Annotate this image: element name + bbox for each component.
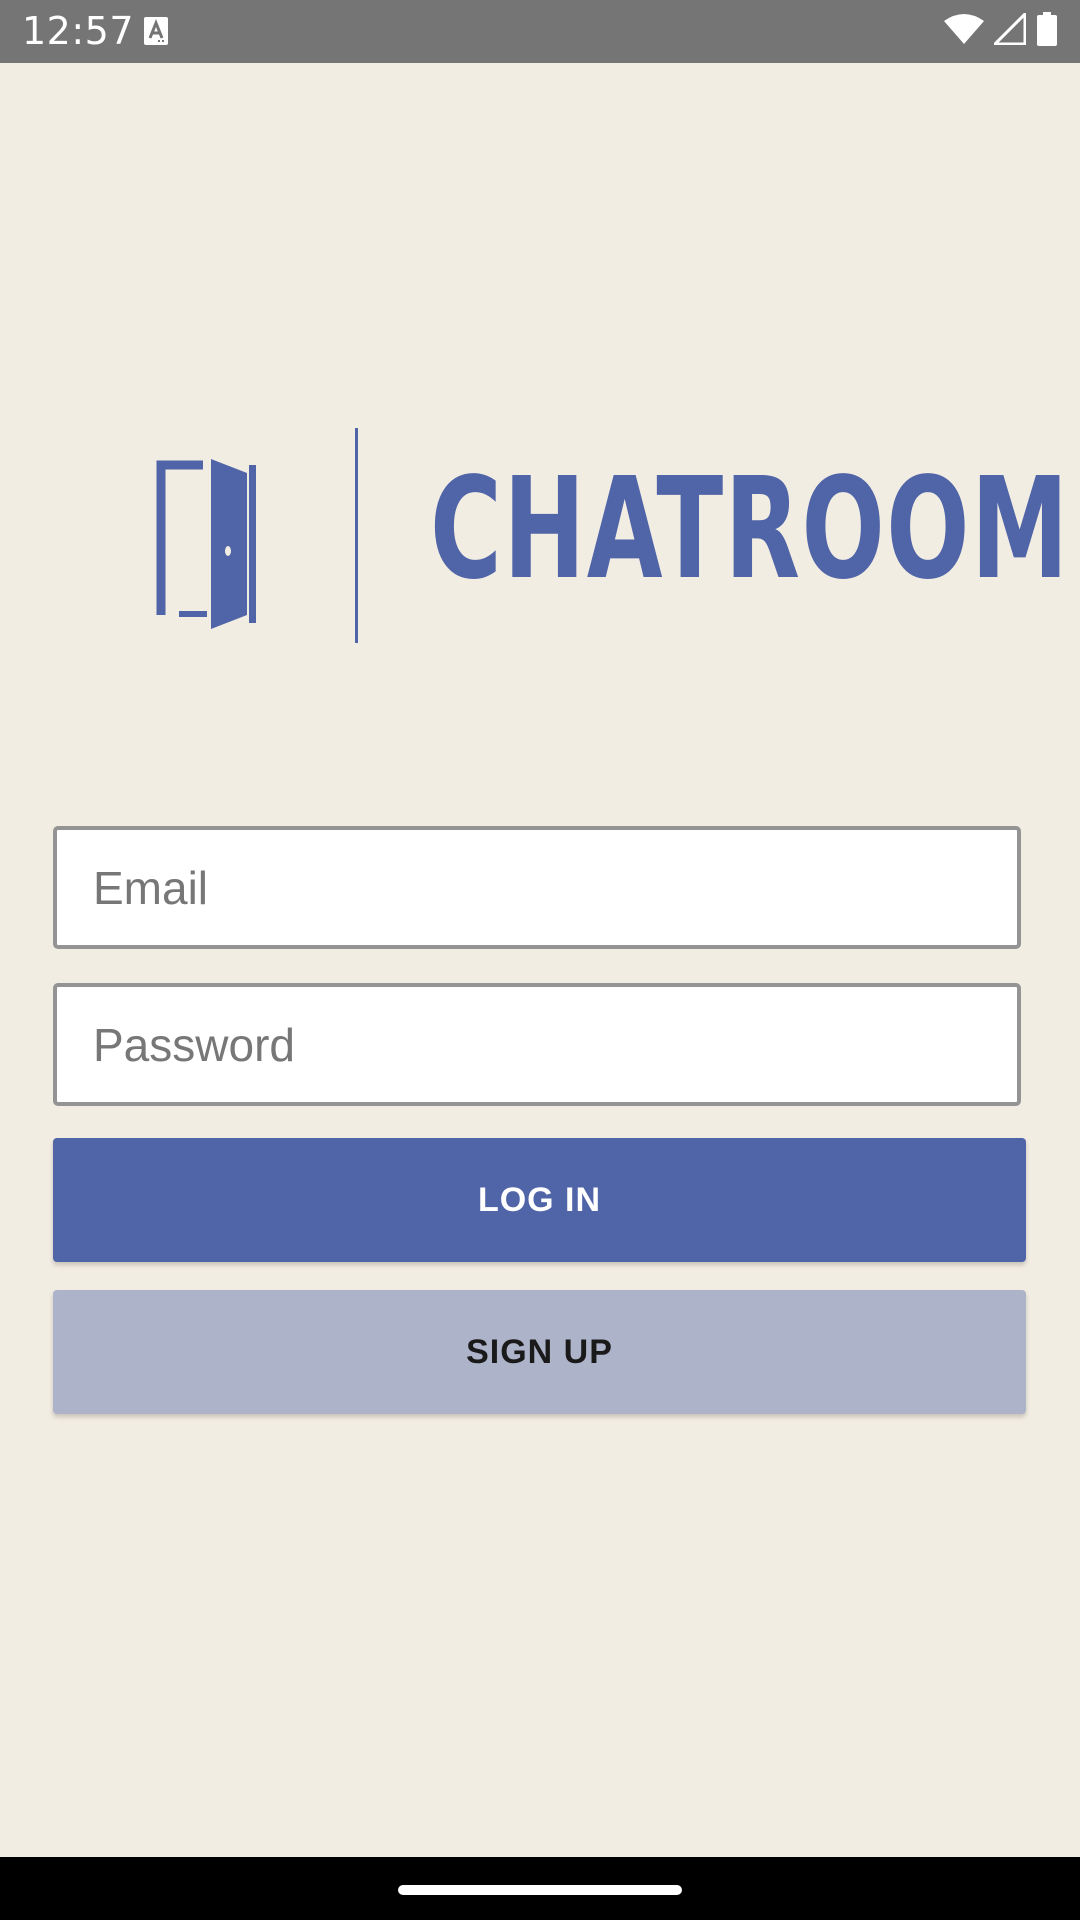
signal-icon bbox=[993, 12, 1027, 50]
password-field[interactable] bbox=[57, 987, 1017, 1102]
battery-icon bbox=[1036, 11, 1058, 51]
login-button[interactable]: LOG IN bbox=[53, 1138, 1026, 1262]
navigation-bar bbox=[0, 1857, 1080, 1920]
notification-a-icon bbox=[143, 16, 169, 46]
email-field[interactable] bbox=[57, 830, 1017, 945]
email-field-container bbox=[53, 826, 1021, 949]
logo-divider bbox=[355, 428, 358, 643]
app-logo: CHATROOM bbox=[150, 425, 1068, 645]
status-icons bbox=[944, 11, 1058, 51]
status-time: 12:57 bbox=[22, 9, 135, 53]
status-bar: 12:57 bbox=[0, 0, 1080, 63]
open-door-icon bbox=[155, 457, 259, 632]
app-name: CHATROOM bbox=[430, 448, 1070, 611]
password-field-container bbox=[53, 983, 1021, 1106]
signup-button[interactable]: SIGN UP bbox=[53, 1290, 1026, 1414]
login-screen: 12:57 CHATROOM Email LOG IN SIGN UP bbox=[0, 0, 1080, 1920]
wifi-icon bbox=[944, 13, 984, 50]
home-gesture-handle[interactable] bbox=[398, 1885, 682, 1895]
